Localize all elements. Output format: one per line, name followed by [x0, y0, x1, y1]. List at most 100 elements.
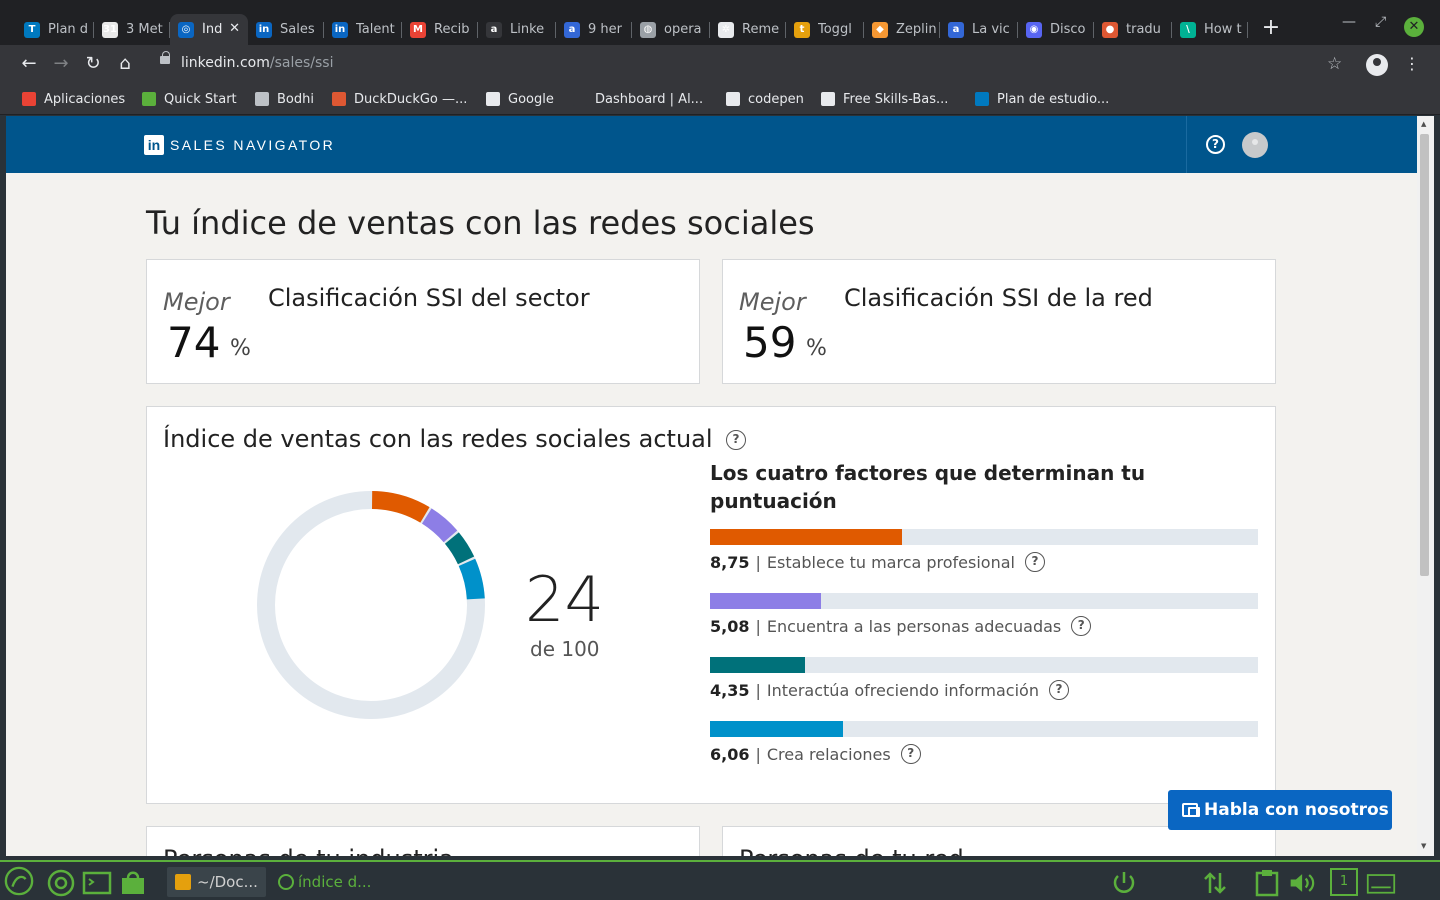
- bookmark-item[interactable]: Plan de estudio...: [975, 89, 1109, 109]
- chat-with-us-button[interactable]: Habla con nosotros: [1168, 790, 1392, 830]
- browser-tab[interactable]: ◆ Zeplin: [864, 14, 940, 45]
- volume-icon[interactable]: [1288, 868, 1318, 898]
- keyboard-layout-icon[interactable]: [1366, 868, 1396, 898]
- linkedin-logo[interactable]: in: [144, 135, 164, 155]
- linkedin-icon: in: [256, 21, 272, 38]
- taskbar-window-sublime[interactable]: ~/Doc...: [167, 867, 266, 897]
- browser-tab[interactable]: a 9 her: [556, 14, 632, 45]
- bookmark-item[interactable]: Dashboard | Al...: [573, 89, 703, 109]
- factor-info-icon[interactable]: ?: [1024, 552, 1045, 572]
- browser-tab[interactable]: t Toggl: [786, 14, 864, 45]
- donut-segment: [458, 558, 485, 600]
- ssi-info-icon[interactable]: ?: [726, 430, 746, 450]
- tab-title: 3 Met: [126, 22, 163, 37]
- bookmark-label: Aplicaciones: [44, 91, 126, 107]
- new-tab-button[interactable]: +: [1261, 17, 1281, 39]
- restore-icon[interactable]: ⤢: [1375, 14, 1386, 30]
- taskbar-window-chrome[interactable]: índice d...: [270, 867, 379, 897]
- clipboard-icon[interactable]: [1252, 868, 1282, 898]
- browser-tab[interactable]: M Recib: [402, 14, 478, 45]
- factor-info-icon[interactable]: ?: [1048, 680, 1069, 700]
- browser-tab[interactable]: ● tradu: [1094, 14, 1172, 45]
- scroll-up-icon[interactable]: ▲: [1421, 120, 1426, 128]
- factor-value: 6,06: [710, 744, 750, 764]
- factor-info-icon[interactable]: ?: [1071, 616, 1092, 636]
- browser-tab[interactable]: \ How t: [1172, 14, 1248, 45]
- browser-tab[interactable]: in Talent: [324, 14, 402, 45]
- toggl-icon: t: [794, 21, 810, 38]
- back-button[interactable]: ←: [19, 54, 39, 74]
- help-icon[interactable]: ?: [1206, 135, 1225, 154]
- profile-avatar-icon[interactable]: [1366, 54, 1388, 76]
- factor-bar-fill: [710, 721, 843, 737]
- tab-title: Índ: [202, 22, 223, 37]
- sublime-icon: [175, 874, 191, 890]
- factor-value: 5,08: [710, 616, 750, 636]
- network-people-card: Personas de tu red: [722, 826, 1276, 856]
- factor-separator: |: [755, 744, 761, 764]
- browser-tab[interactable]: ◎ Índ ✕: [170, 14, 248, 45]
- browser-menu-icon[interactable]: ⋮: [1404, 54, 1420, 73]
- bookmark-item[interactable]: codepen: [726, 89, 804, 109]
- bookmark-item[interactable]: Quick Start: [142, 89, 237, 109]
- browser-tab[interactable]: a Linke: [478, 14, 556, 45]
- network-transfer-icon[interactable]: [1200, 868, 1230, 898]
- factor-label: Interactúa ofreciendo información: [766, 680, 1039, 700]
- tab-title: How t: [1204, 22, 1242, 37]
- bookmark-item[interactable]: DuckDuckGo —...: [332, 89, 467, 109]
- reload-button[interactable]: ↻: [83, 54, 103, 74]
- header-divider: [1186, 116, 1187, 173]
- bookmark-label: Dashboard | Al...: [595, 91, 704, 107]
- factor-value: 8,75: [710, 552, 750, 572]
- bug-icon: ✲: [718, 21, 734, 38]
- a-icon: [573, 92, 587, 106]
- tab-close-icon[interactable]: ✕: [229, 21, 240, 36]
- bookmark-star-icon[interactable]: ☆: [1327, 54, 1342, 74]
- home-button[interactable]: ⌂: [115, 54, 135, 74]
- power-icon[interactable]: [1109, 868, 1139, 898]
- browser-tab[interactable]: a La vic: [940, 14, 1018, 45]
- compass-icon: ◎: [178, 21, 194, 38]
- trello-icon: T: [24, 21, 40, 38]
- donut-segment: [444, 532, 475, 565]
- store-launcher-icon[interactable]: [118, 868, 148, 898]
- terminal-launcher-icon[interactable]: [82, 868, 112, 898]
- factor-separator: |: [755, 616, 761, 636]
- browser-tab[interactable]: ◍ opera: [632, 14, 710, 45]
- window-close-button[interactable]: ✕: [1404, 17, 1424, 37]
- page-scrollbar[interactable]: ▲ ▼: [1417, 116, 1434, 856]
- factor-separator: |: [755, 552, 761, 572]
- bookmark-item[interactable]: Aplicaciones: [22, 89, 125, 109]
- user-avatar[interactable]: [1242, 132, 1268, 158]
- bookmark-item[interactable]: Google: [486, 89, 554, 109]
- brand-name[interactable]: SALES NAVIGATOR: [170, 137, 335, 153]
- chat-button-label: Habla con nosotros: [1204, 800, 1389, 820]
- minimize-icon[interactable]: —: [1342, 14, 1356, 30]
- factor-bar-track: [710, 721, 1258, 737]
- browser-tab[interactable]: in Sales: [248, 14, 324, 45]
- browser-tab[interactable]: T Plan d: [16, 14, 94, 45]
- bookmark-label: Plan de estudio...: [997, 91, 1110, 107]
- scroll-down-icon[interactable]: ▼: [1421, 842, 1426, 850]
- card-title: Personas de tu red: [739, 845, 964, 856]
- workspace-indicator[interactable]: 1: [1330, 868, 1358, 896]
- scrollbar-thumb[interactable]: [1420, 134, 1429, 576]
- chrome-launcher-icon[interactable]: [46, 868, 76, 898]
- bookmark-item[interactable]: Bodhi: [255, 89, 314, 109]
- address-bar[interactable]: linkedin.com/sales/ssi: [150, 50, 1365, 78]
- bookmark-item[interactable]: Free Skills-Bas...: [821, 89, 948, 109]
- sales-navigator-header: in SALES NAVIGATOR ?: [6, 116, 1417, 173]
- calendar-icon: 31: [102, 21, 118, 38]
- factor-bar-track: [710, 657, 1258, 673]
- tab-title: Plan d: [48, 22, 89, 37]
- forward-button[interactable]: →: [51, 54, 71, 74]
- browser-tab[interactable]: 31 3 Met: [94, 14, 170, 45]
- factor-label: Establece tu marca profesional: [766, 552, 1015, 572]
- browser-tab[interactable]: ◉ Disco: [1018, 14, 1094, 45]
- bookmark-label: Free Skills-Bas...: [843, 91, 949, 107]
- apps-grid-icon: [22, 92, 36, 106]
- browser-tab[interactable]: ✲ Reme: [710, 14, 786, 45]
- bodhi-menu-icon[interactable]: [4, 866, 34, 896]
- trello-icon: [975, 92, 989, 106]
- factor-info-icon[interactable]: ?: [900, 744, 921, 764]
